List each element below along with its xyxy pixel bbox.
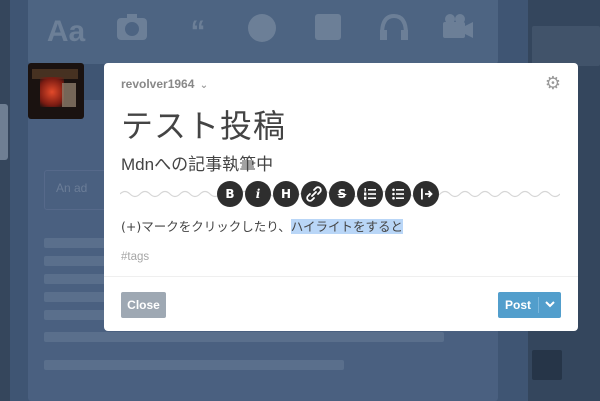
dashboard-text-line <box>44 360 344 370</box>
bulleted-list-button[interactable] <box>385 181 411 207</box>
dashboard-text-line <box>44 332 444 342</box>
blog-selector[interactable]: revolver1964 ⌄ <box>121 77 208 91</box>
chevron-down-icon: ⌄ <box>199 80 209 91</box>
bulleted-list-icon <box>392 188 404 200</box>
read-more-icon <box>421 188 433 200</box>
post-type-bar: Aa “ <box>28 0 498 64</box>
read-more-button[interactable] <box>413 181 439 207</box>
text-post-icon: Aa <box>46 15 86 48</box>
post-body-text: (+)マークをクリックしたり、 <box>121 219 291 234</box>
ordered-list-button[interactable] <box>357 181 383 207</box>
link-button[interactable] <box>301 181 327 207</box>
ordered-list-icon <box>364 188 376 200</box>
post-button[interactable]: Post <box>498 292 561 318</box>
chat-icon <box>308 12 348 52</box>
tags-input[interactable]: #tags <box>121 251 149 263</box>
link-icon <box>242 12 282 52</box>
right-sidebar-item <box>532 26 600 66</box>
quote-icon: “ <box>190 15 206 48</box>
heading-button[interactable]: H <box>273 181 299 207</box>
format-toolbar: B i H S <box>217 181 439 207</box>
selected-text: ハイライトをすると <box>290 219 403 234</box>
close-button[interactable]: Close <box>121 292 166 318</box>
link-icon <box>306 186 322 202</box>
strikethrough-button[interactable]: S <box>329 181 355 207</box>
post-body[interactable]: (+)マークをクリックしたり、ハイライトをすると <box>121 216 403 235</box>
right-sidebar-avatar <box>532 350 562 380</box>
footer-divider <box>104 276 578 277</box>
post-editor-modal: revolver1964 ⌄ ⚙ テスト投稿 Mdnへの記事執筆中 B i H … <box>104 63 578 331</box>
gear-icon[interactable]: ⚙ <box>544 74 562 92</box>
blog-name: revolver1964 <box>121 77 195 91</box>
post-button-label: Post <box>504 298 531 312</box>
avatar[interactable] <box>28 63 84 119</box>
post-subtitle[interactable]: Mdnへの記事執筆中 <box>121 150 273 175</box>
left-rail-tab <box>0 104 8 160</box>
post-options-chevron-icon[interactable] <box>539 299 561 311</box>
italic-button[interactable]: i <box>245 181 271 207</box>
post-title-field[interactable]: テスト投稿 <box>121 101 286 147</box>
bold-button[interactable]: B <box>217 181 243 207</box>
video-icon <box>438 12 478 52</box>
audio-icon <box>374 12 414 52</box>
left-rail <box>0 0 10 401</box>
dashboard-quote-text: An ad <box>56 181 88 195</box>
camera-icon <box>112 12 152 52</box>
